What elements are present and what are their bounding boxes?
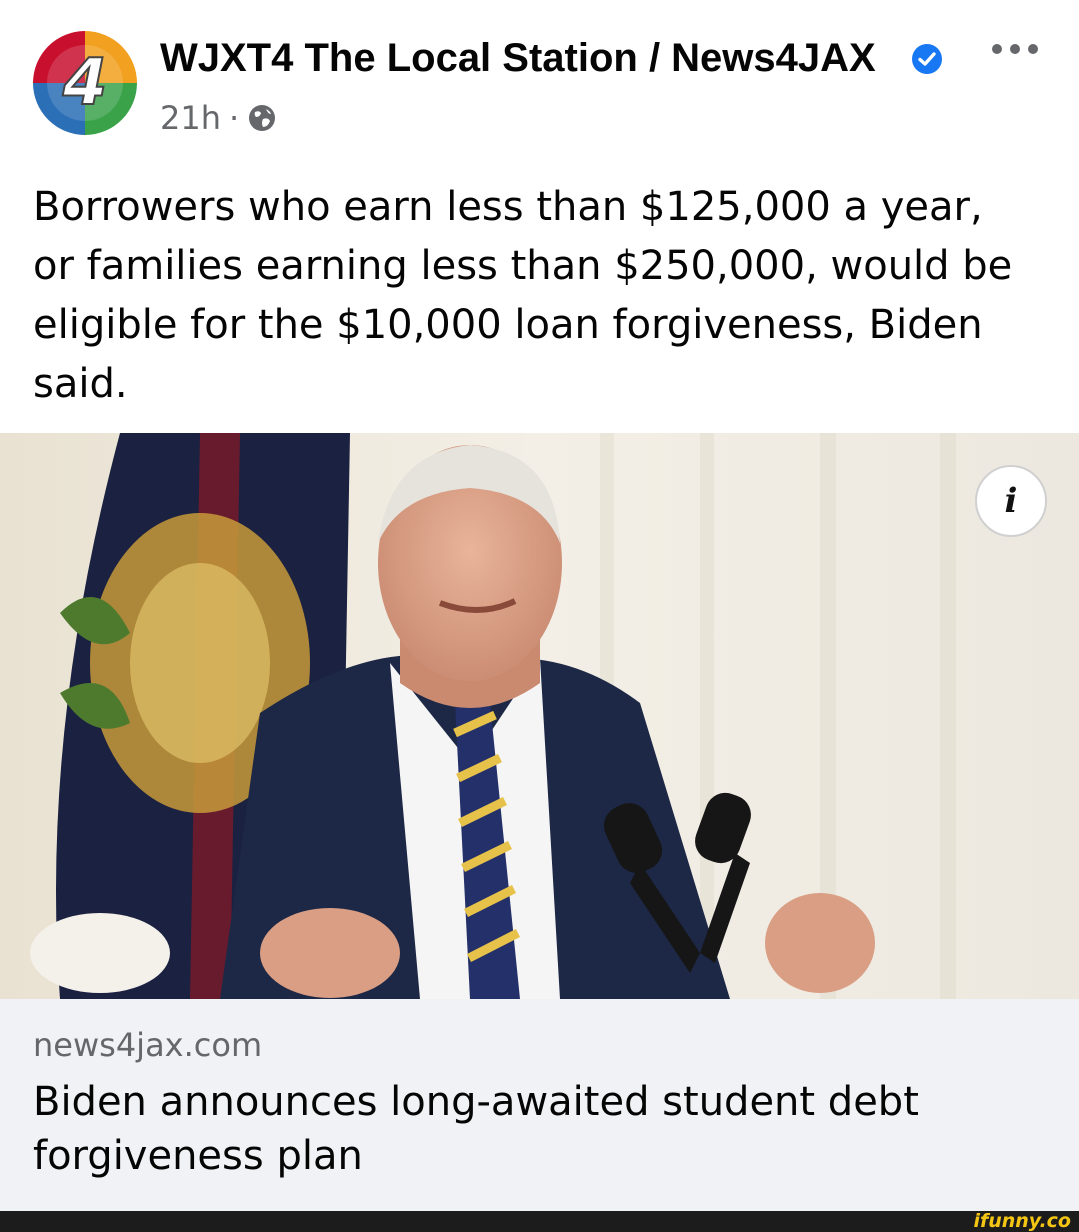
article-photo[interactable] [0, 433, 1079, 999]
page-name-link[interactable]: WJXT4 The Local Station / News4JAX [160, 34, 876, 82]
link-domain: news4jax.com [33, 1026, 263, 1064]
post-message: Borrowers who earn less than $125,000 a … [33, 184, 1013, 407]
footer-bar: ifunny.co [0, 1211, 1079, 1232]
link-preview-card[interactable]: news4jax.com Biden announces long-awaite… [0, 999, 1079, 1211]
meta-separator: · [229, 99, 240, 137]
ifunny-watermark: ifunny.co [973, 1210, 1071, 1232]
more-options-icon[interactable] [985, 32, 1045, 66]
speaker-photo-image [0, 433, 1079, 999]
verified-badge-icon [912, 44, 942, 74]
info-button[interactable]: i [975, 465, 1047, 537]
globe-icon [249, 105, 276, 131]
svg-text:4: 4 [62, 46, 108, 120]
page-avatar[interactable]: 4 [32, 30, 138, 136]
news4-logo-icon: 4 [33, 31, 137, 135]
link-headline[interactable]: Biden announces long-awaited student deb… [33, 1075, 1033, 1183]
post-timestamp[interactable]: 21h [160, 96, 221, 140]
post-header: 4 WJXT4 The Local Station / News4JAX 21h… [0, 0, 1079, 160]
post-meta: 21h · [160, 96, 277, 140]
